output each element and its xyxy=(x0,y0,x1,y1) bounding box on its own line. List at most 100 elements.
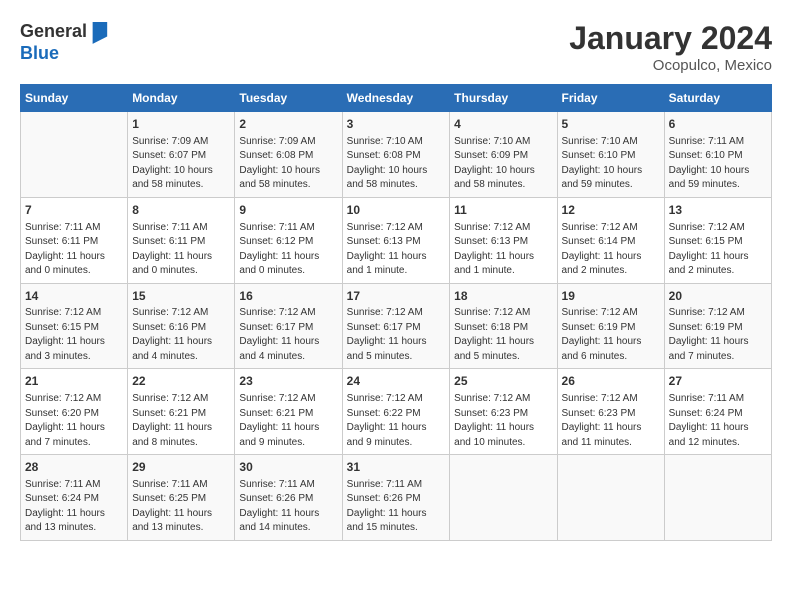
day-info: Sunrise: 7:11 AMSunset: 6:10 PMDaylight:… xyxy=(669,135,767,193)
day-info: Sunrise: 7:12 AMSunset: 6:21 PMDaylight:… xyxy=(132,392,230,450)
day-info: Sunrise: 7:11 AMSunset: 6:24 PMDaylight:… xyxy=(25,478,123,536)
day-number: 8 xyxy=(132,202,230,219)
day-number: 22 xyxy=(132,373,230,390)
calendar-cell xyxy=(21,112,128,198)
calendar-cell: 21 Sunrise: 7:12 AMSunset: 6:20 PMDayligh… xyxy=(21,369,128,455)
day-info: Sunrise: 7:12 AMSunset: 6:13 PMDaylight:… xyxy=(347,221,446,279)
calendar-cell: 6 Sunrise: 7:11 AMSunset: 6:10 PMDaylight… xyxy=(664,112,771,198)
calendar-cell: 3 Sunrise: 7:10 AMSunset: 6:08 PMDaylight… xyxy=(342,112,450,198)
calendar-week-row: 21 Sunrise: 7:12 AMSunset: 6:20 PMDayligh… xyxy=(21,369,772,455)
day-info: Sunrise: 7:10 AMSunset: 6:08 PMDaylight:… xyxy=(347,135,446,193)
weekday-header-wednesday: Wednesday xyxy=(342,85,450,112)
day-info: Sunrise: 7:11 AMSunset: 6:26 PMDaylight:… xyxy=(347,478,446,536)
logo-icon xyxy=(89,20,109,44)
day-number: 11 xyxy=(454,202,552,219)
calendar-cell: 8 Sunrise: 7:11 AMSunset: 6:11 PMDaylight… xyxy=(128,197,235,283)
calendar-cell: 18Sunrise: 7:12 AMSunset: 6:18 PMDayligh… xyxy=(450,283,557,369)
calendar-cell: 31 Sunrise: 7:11 AMSunset: 6:26 PMDayligh… xyxy=(342,455,450,541)
day-number: 25 xyxy=(454,373,552,390)
day-number: 21 xyxy=(25,373,123,390)
weekday-header-monday: Monday xyxy=(128,85,235,112)
calendar-table: SundayMondayTuesdayWednesdayThursdayFrid… xyxy=(20,84,772,541)
day-info: Sunrise: 7:10 AMSunset: 6:10 PMDaylight:… xyxy=(562,135,660,193)
calendar-cell: 15Sunrise: 7:12 AMSunset: 6:16 PMDayligh… xyxy=(128,283,235,369)
weekday-header-thursday: Thursday xyxy=(450,85,557,112)
day-info: Sunrise: 7:10 AMSunset: 6:09 PMDaylight:… xyxy=(454,135,552,193)
location-title: Ocopulco, Mexico xyxy=(569,57,772,74)
calendar-week-row: 28 Sunrise: 7:11 AMSunset: 6:24 PMDayligh… xyxy=(21,455,772,541)
day-info: Sunrise: 7:12 AMSunset: 6:21 PMDaylight:… xyxy=(239,392,337,450)
calendar-cell: 25 Sunrise: 7:12 AMSunset: 6:23 PMDayligh… xyxy=(450,369,557,455)
day-info: Sunrise: 7:12 AMSunset: 6:13 PMDaylight:… xyxy=(454,221,552,279)
day-info: Sunrise: 7:12 AMSunset: 6:19 PMDaylight:… xyxy=(669,306,767,364)
day-info: Sunrise: 7:12 AMSunset: 6:19 PMDaylight:… xyxy=(562,306,660,364)
weekday-header-friday: Friday xyxy=(557,85,664,112)
day-info: Sunrise: 7:12 AMSunset: 6:14 PMDaylight:… xyxy=(562,221,660,279)
day-number: 23 xyxy=(239,373,337,390)
day-number: 29 xyxy=(132,459,230,476)
day-info: Sunrise: 7:09 AMSunset: 6:08 PMDaylight:… xyxy=(239,135,337,193)
day-info: Sunrise: 7:11 AMSunset: 6:25 PMDaylight:… xyxy=(132,478,230,536)
day-number: 12 xyxy=(562,202,660,219)
day-number: 6 xyxy=(669,116,767,133)
logo-blue: Blue xyxy=(20,43,59,63)
day-info: Sunrise: 7:12 AMSunset: 6:23 PMDaylight:… xyxy=(454,392,552,450)
calendar-cell: 7Sunrise: 7:11 AMSunset: 6:11 PMDaylight… xyxy=(21,197,128,283)
day-info: Sunrise: 7:11 AMSunset: 6:11 PMDaylight:… xyxy=(25,221,123,279)
day-number: 1 xyxy=(132,116,230,133)
calendar-cell: 30 Sunrise: 7:11 AMSunset: 6:26 PMDayligh… xyxy=(235,455,342,541)
calendar-cell: 20Sunrise: 7:12 AMSunset: 6:19 PMDayligh… xyxy=(664,283,771,369)
calendar-cell: 12 Sunrise: 7:12 AMSunset: 6:14 PMDayligh… xyxy=(557,197,664,283)
calendar-cell: 9Sunrise: 7:11 AMSunset: 6:12 PMDaylight… xyxy=(235,197,342,283)
calendar-cell xyxy=(557,455,664,541)
day-number: 13 xyxy=(669,202,767,219)
day-number: 9 xyxy=(239,202,337,219)
day-info: Sunrise: 7:12 AMSunset: 6:17 PMDaylight:… xyxy=(347,306,446,364)
day-number: 10 xyxy=(347,202,446,219)
day-info: Sunrise: 7:12 AMSunset: 6:23 PMDaylight:… xyxy=(562,392,660,450)
day-info: Sunrise: 7:12 AMSunset: 6:17 PMDaylight:… xyxy=(239,306,337,364)
day-number: 15 xyxy=(132,288,230,305)
calendar-cell: 17Sunrise: 7:12 AMSunset: 6:17 PMDayligh… xyxy=(342,283,450,369)
calendar-cell: 13 Sunrise: 7:12 AMSunset: 6:15 PMDayligh… xyxy=(664,197,771,283)
weekday-header-saturday: Saturday xyxy=(664,85,771,112)
weekday-header-sunday: Sunday xyxy=(21,85,128,112)
calendar-cell: 27Sunrise: 7:11 AMSunset: 6:24 PMDayligh… xyxy=(664,369,771,455)
calendar-cell: 10 Sunrise: 7:12 AMSunset: 6:13 PMDayligh… xyxy=(342,197,450,283)
calendar-week-row: 1 Sunrise: 7:09 AMSunset: 6:07 PMDaylight… xyxy=(21,112,772,198)
day-number: 24 xyxy=(347,373,446,390)
calendar-cell: 11 Sunrise: 7:12 AMSunset: 6:13 PMDayligh… xyxy=(450,197,557,283)
page-header: General Blue January 2024 Ocopulco, Mexi… xyxy=(20,20,772,74)
weekday-header-tuesday: Tuesday xyxy=(235,85,342,112)
day-info: Sunrise: 7:09 AMSunset: 6:07 PMDaylight:… xyxy=(132,135,230,193)
calendar-cell: 22 Sunrise: 7:12 AMSunset: 6:21 PMDayligh… xyxy=(128,369,235,455)
day-info: Sunrise: 7:12 AMSunset: 6:18 PMDaylight:… xyxy=(454,306,552,364)
month-title: January 2024 xyxy=(569,20,772,57)
calendar-cell: 24 Sunrise: 7:12 AMSunset: 6:22 PMDayligh… xyxy=(342,369,450,455)
day-info: Sunrise: 7:11 AMSunset: 6:26 PMDaylight:… xyxy=(239,478,337,536)
day-info: Sunrise: 7:12 AMSunset: 6:15 PMDaylight:… xyxy=(25,306,123,364)
calendar-week-row: 14Sunrise: 7:12 AMSunset: 6:15 PMDayligh… xyxy=(21,283,772,369)
day-info: Sunrise: 7:12 AMSunset: 6:20 PMDaylight:… xyxy=(25,392,123,450)
day-number: 5 xyxy=(562,116,660,133)
calendar-cell: 29 Sunrise: 7:11 AMSunset: 6:25 PMDayligh… xyxy=(128,455,235,541)
calendar-cell: 23 Sunrise: 7:12 AMSunset: 6:21 PMDayligh… xyxy=(235,369,342,455)
calendar-cell: 4Sunrise: 7:10 AMSunset: 6:09 PMDaylight… xyxy=(450,112,557,198)
day-info: Sunrise: 7:11 AMSunset: 6:11 PMDaylight:… xyxy=(132,221,230,279)
day-info: Sunrise: 7:12 AMSunset: 6:15 PMDaylight:… xyxy=(669,221,767,279)
day-number: 30 xyxy=(239,459,337,476)
day-number: 17 xyxy=(347,288,446,305)
day-number: 31 xyxy=(347,459,446,476)
day-info: Sunrise: 7:12 AMSunset: 6:16 PMDaylight:… xyxy=(132,306,230,364)
day-info: Sunrise: 7:11 AMSunset: 6:24 PMDaylight:… xyxy=(669,392,767,450)
logo-general: General xyxy=(20,22,87,42)
calendar-cell xyxy=(664,455,771,541)
day-number: 3 xyxy=(347,116,446,133)
day-number: 14 xyxy=(25,288,123,305)
day-number: 16 xyxy=(239,288,337,305)
calendar-cell: 26Sunrise: 7:12 AMSunset: 6:23 PMDayligh… xyxy=(557,369,664,455)
logo: General Blue xyxy=(20,20,109,64)
calendar-cell: 16Sunrise: 7:12 AMSunset: 6:17 PMDayligh… xyxy=(235,283,342,369)
day-info: Sunrise: 7:12 AMSunset: 6:22 PMDaylight:… xyxy=(347,392,446,450)
day-number: 28 xyxy=(25,459,123,476)
